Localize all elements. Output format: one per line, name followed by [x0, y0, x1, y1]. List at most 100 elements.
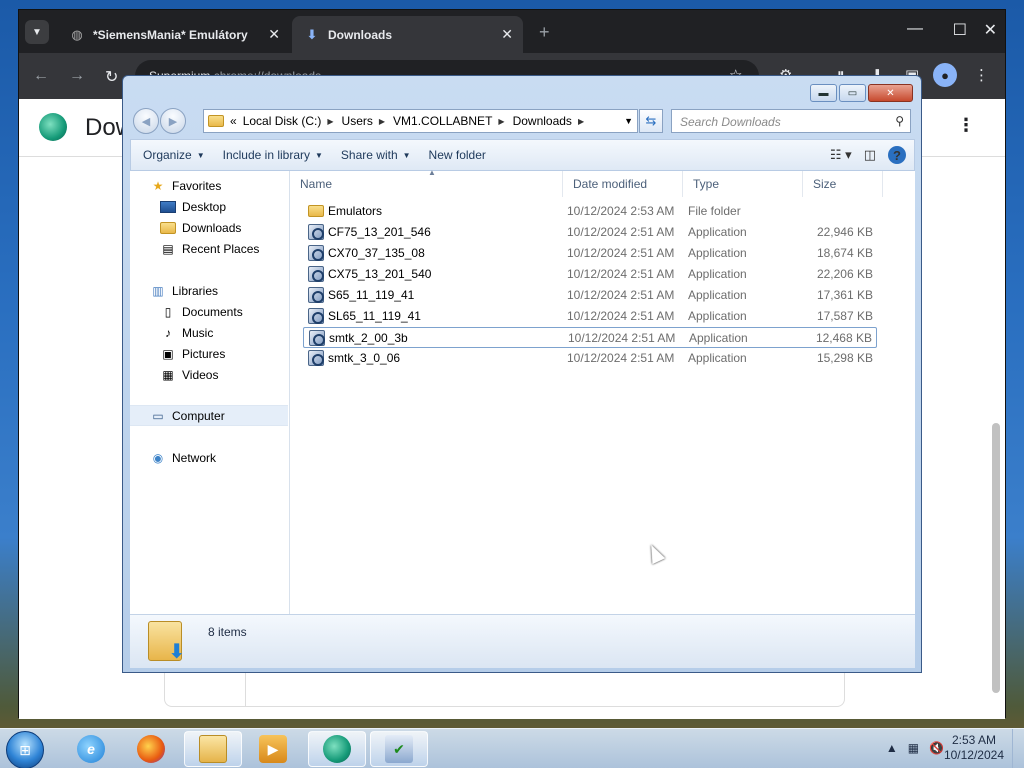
taskbar-internet-explorer[interactable]: e [62, 731, 120, 767]
page-scrollbar[interactable] [991, 163, 1001, 693]
system-tray: ▲ ▦ 🔇 [876, 741, 944, 755]
column-header-type[interactable]: Type [683, 171, 803, 197]
new-folder-button[interactable]: New folder [429, 148, 486, 162]
nav-videos[interactable]: ▦ Videos [130, 364, 288, 385]
tab-downloads[interactable]: ⬇ Downloads ✕ [292, 16, 523, 53]
close-tab-icon[interactable]: ✕ [268, 26, 280, 43]
explorer-forward-button[interactable]: ▶ [160, 108, 186, 134]
file-row[interactable]: S65_11_119_41 10/12/2024 2:51 AM Applica… [303, 285, 877, 306]
taskbar-installer[interactable]: ✔ [370, 731, 428, 767]
breadcrumb-vm1-collabnet[interactable]: VM1.COLLABNET [393, 114, 492, 128]
taskbar-supermium[interactable] [308, 731, 366, 767]
more-actions-icon[interactable]: ⋮ [957, 115, 975, 136]
menu-icon[interactable]: ⋮ [974, 66, 989, 84]
reload-icon[interactable]: ↻ [105, 67, 118, 87]
nav-desktop[interactable]: Desktop [130, 196, 288, 217]
tab-siemensmania[interactable]: ◍ *SiemensMania* Emulátory ✕ [57, 16, 290, 53]
nav-recent-places[interactable]: ▤ Recent Places [130, 238, 288, 259]
recent-places-icon: ▤ [162, 241, 174, 256]
nav-pictures[interactable]: ▣ Pictures [130, 343, 288, 364]
close-tab-icon[interactable]: ✕ [501, 26, 513, 43]
explorer-maximize-button[interactable]: ▭ [839, 84, 866, 102]
breadcrumb-local-disk[interactable]: Local Disk (C:) [243, 114, 322, 128]
taskbar-explorer[interactable] [184, 731, 242, 767]
file-row[interactable]: CX70_37_135_08 10/12/2024 2:51 AM Applic… [303, 243, 877, 264]
breadcrumb-arrow-icon[interactable]: ▶ [327, 117, 333, 126]
preview-pane-icon[interactable]: ◫ [864, 147, 876, 163]
application-icon [308, 287, 324, 303]
include-in-library-button[interactable]: Include in library ▼ [223, 148, 323, 162]
share-with-button[interactable]: Share with ▼ [341, 148, 411, 162]
start-button[interactable]: ⊞ [6, 731, 44, 768]
breadcrumb-downloads[interactable]: Downloads [513, 114, 572, 128]
nav-music[interactable]: ♪ Music [130, 322, 288, 343]
show-hidden-icons-icon[interactable]: ▲ [886, 741, 898, 755]
tab-search-button[interactable]: ▼ [25, 20, 49, 44]
file-type: File folder [688, 204, 741, 218]
profile-avatar-icon[interactable]: ● [933, 63, 957, 87]
overflow-chevron-icon[interactable]: « [230, 114, 237, 128]
internet-explorer-icon: e [77, 735, 105, 763]
file-name: S65_11_119_41 [328, 288, 415, 302]
breadcrumb-arrow-icon[interactable]: ▶ [379, 117, 385, 126]
nav-network[interactable]: ◉ Network [130, 447, 288, 468]
nav-label: Favorites [172, 178, 222, 193]
tab-title: Downloads [328, 27, 393, 42]
file-size: 22,206 KB [816, 267, 873, 281]
breadcrumb-users[interactable]: Users [342, 114, 373, 128]
show-desktop-button[interactable] [1012, 729, 1024, 768]
minimize-icon[interactable]: — [907, 20, 923, 38]
nav-downloads[interactable]: Downloads [130, 217, 288, 238]
nav-documents[interactable]: ▯ Documents [130, 301, 288, 322]
chevron-down-icon: ▼ [402, 150, 411, 160]
help-icon[interactable]: ? [888, 146, 906, 164]
explorer-address-bar[interactable]: « Local Disk (C:) ▶ Users ▶ VM1.COLLABNE… [203, 109, 638, 133]
nav-favorites[interactable]: ★ Favorites [130, 175, 288, 196]
file-row[interactable]: smtk_2_00_3b 10/12/2024 2:51 AM Applicat… [303, 327, 877, 348]
forward-icon[interactable]: → [69, 67, 85, 85]
taskbar-firefox[interactable] [122, 731, 180, 767]
column-header-name[interactable]: Name ▲ [290, 168, 563, 197]
network-tray-icon[interactable]: ▦ [908, 741, 919, 755]
close-window-icon[interactable]: ✕ [984, 20, 997, 40]
nav-computer[interactable]: ▭ Computer [130, 405, 288, 426]
scrollbar-thumb[interactable] [992, 423, 1000, 693]
file-date: 10/12/2024 2:51 AM [568, 331, 676, 345]
organize-button[interactable]: Organize ▼ [143, 148, 205, 162]
nav-libraries[interactable]: ▥ Libraries [130, 280, 288, 301]
file-row[interactable]: CF75_13_201_546 10/12/2024 2:51 AM Appli… [303, 222, 877, 243]
explorer-close-button[interactable]: ✕ [868, 84, 913, 102]
explorer-back-button[interactable]: ◀ [133, 108, 159, 134]
back-icon[interactable]: ← [33, 67, 49, 85]
file-name: Emulators [328, 204, 383, 218]
breadcrumb-arrow-icon[interactable]: ▶ [498, 117, 504, 126]
address-dropdown-icon[interactable]: ▼ [624, 116, 633, 126]
breadcrumb-arrow-icon[interactable]: ▶ [578, 117, 584, 126]
maximize-icon[interactable]: ☐ [953, 20, 967, 40]
volume-muted-icon[interactable]: 🔇 [929, 741, 944, 755]
file-row[interactable]: CX75_13_201_540 10/12/2024 2:51 AM Appli… [303, 264, 877, 285]
nav-label: Network [172, 450, 217, 465]
new-tab-icon[interactable]: + [539, 22, 550, 43]
tab-title: *SiemensMania* Emulátory [93, 27, 248, 42]
change-view-icon[interactable]: ☷ ▾ [830, 147, 852, 163]
file-row[interactable]: Emulators 10/12/2024 2:53 AM File folder [303, 201, 877, 222]
column-header-date[interactable]: Date modified [563, 171, 683, 197]
clock[interactable]: 2:53 AM 10/12/2024 [944, 733, 1004, 763]
chevron-down-icon: ▼ [196, 150, 205, 160]
search-icon[interactable]: ⚲ [895, 114, 904, 128]
refresh-button[interactable]: ⇆ [639, 109, 663, 133]
file-row[interactable]: smtk_3_0_06 10/12/2024 2:51 AM Applicati… [303, 348, 877, 369]
column-label: Type [693, 177, 720, 191]
file-size: 15,298 KB [816, 351, 873, 365]
column-label: Date modified [573, 177, 648, 191]
chevron-down-icon: ▼ [32, 26, 42, 38]
file-date: 10/12/2024 2:53 AM [567, 204, 675, 218]
pictures-icon: ▣ [162, 346, 174, 361]
file-date: 10/12/2024 2:51 AM [567, 288, 675, 302]
file-row[interactable]: SL65_11_119_41 10/12/2024 2:51 AM Applic… [303, 306, 877, 327]
explorer-minimize-button[interactable]: ▬ [810, 84, 837, 102]
column-header-size[interactable]: Size [803, 171, 883, 197]
search-input[interactable]: Search Downloads ⚲ [671, 109, 911, 133]
taskbar-media-player[interactable]: ▶ [244, 731, 302, 767]
